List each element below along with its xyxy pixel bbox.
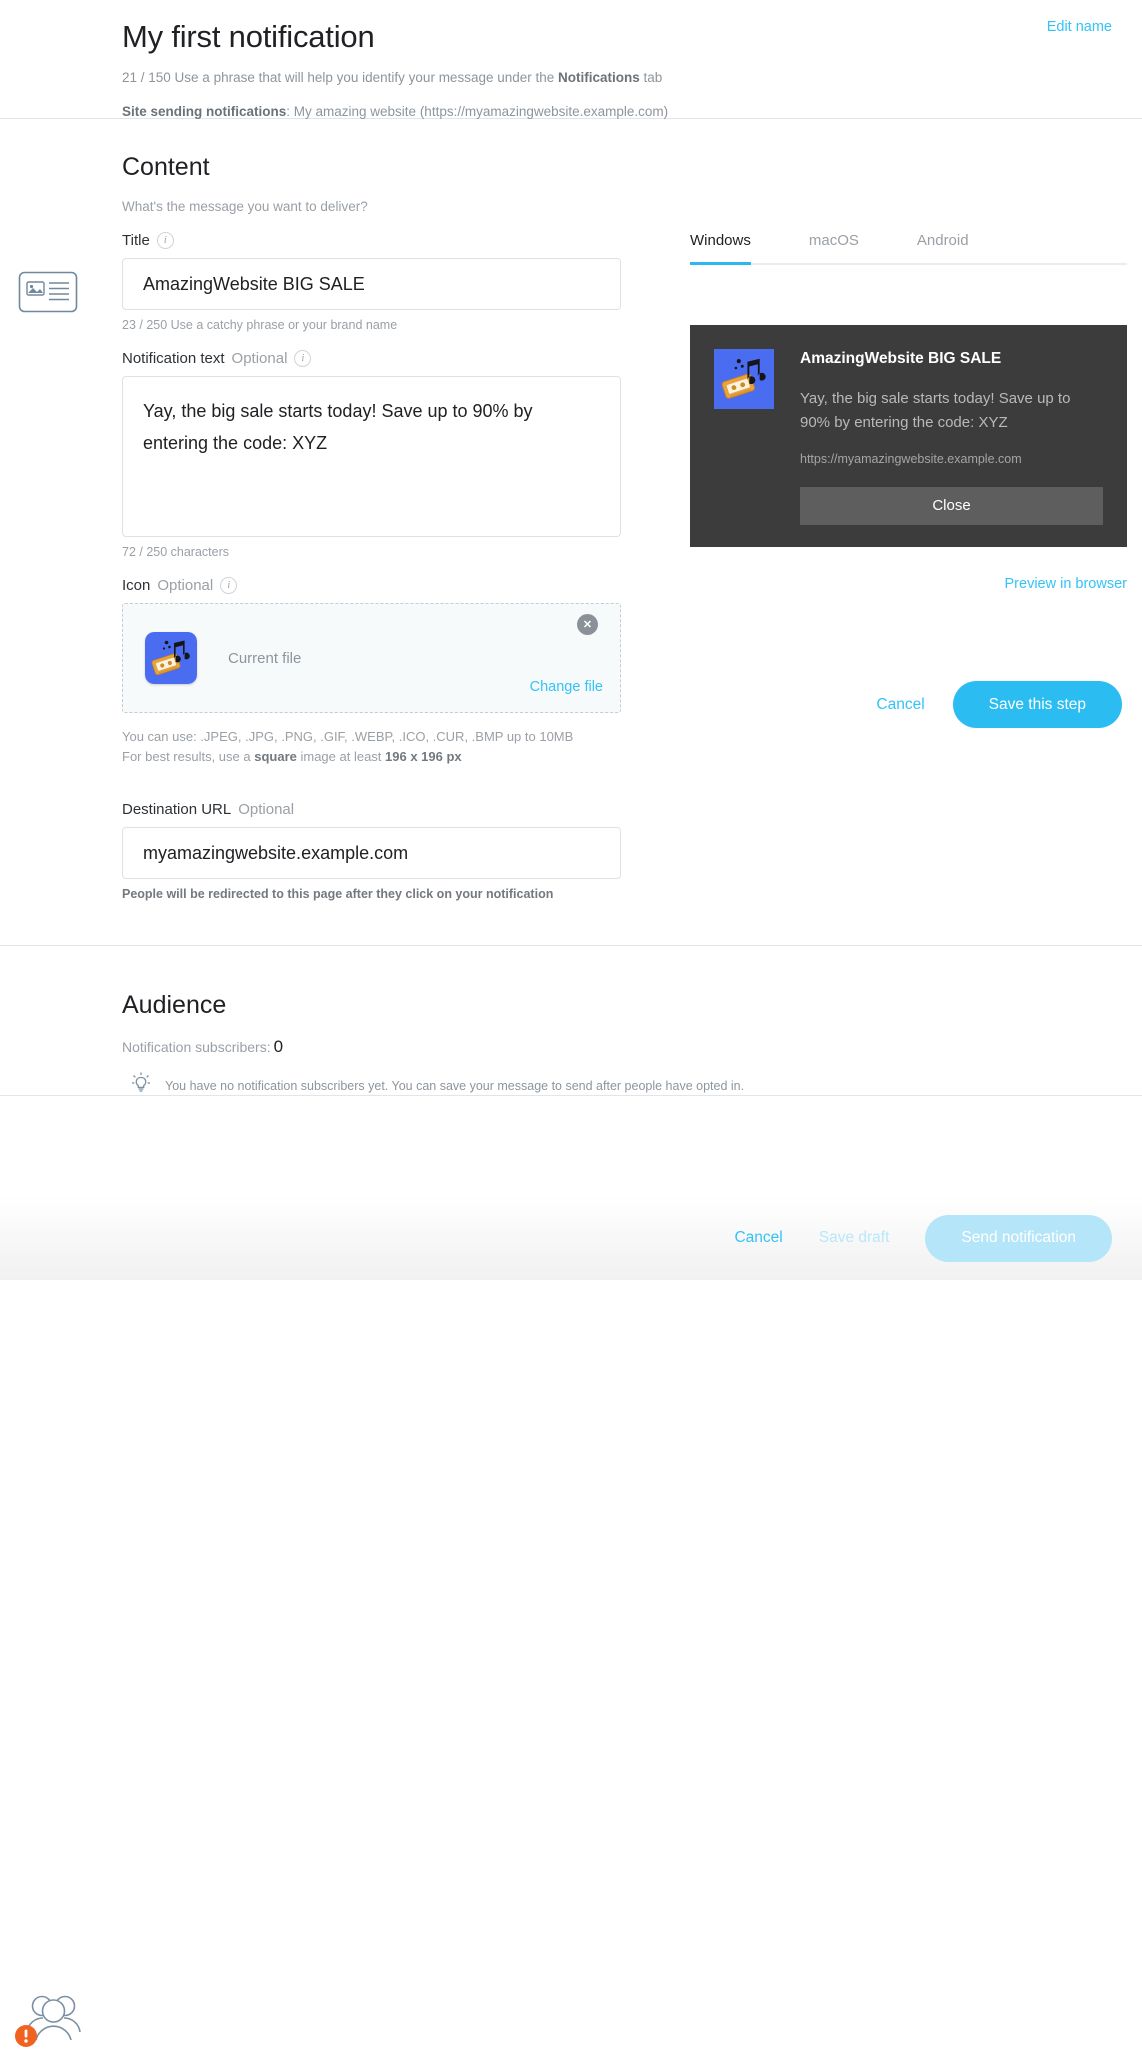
icon-size-note: For best results, use a square image at …	[122, 747, 656, 767]
destination-url-optional-tag: Optional	[238, 801, 295, 818]
icon-formats-note: You can use: .JPEG, .JPG, .PNG, .GIF, .W…	[122, 729, 574, 744]
preview-column: Windows macOS Android AmazingWebsite BIG…	[656, 232, 1127, 919]
icon-upload-box[interactable]: Current file ✕ Change file	[122, 603, 621, 713]
name-hint-bold: Notifications	[558, 70, 640, 85]
preview-title: AmazingWebsite BIG SALE	[800, 350, 1002, 367]
preview-url: https://myamazingwebsite.example.com	[800, 452, 1022, 466]
icon-field-label: Icon Optional i	[122, 577, 656, 594]
send-notification-button[interactable]: Send notification	[925, 1214, 1112, 1262]
icon-label-text: Icon	[122, 577, 151, 594]
edit-name-link[interactable]: Edit name	[1047, 19, 1112, 35]
content-form-column: Title i AmazingWebsite BIG SALE 23 / 250…	[122, 232, 656, 919]
note-square-bold: square	[254, 749, 297, 764]
tab-windows[interactable]: Windows	[690, 232, 751, 265]
audience-tip: You have no notification subscribers yet…	[122, 1071, 1118, 1100]
platform-tabs: Windows macOS Android	[690, 232, 1127, 265]
save-draft-button[interactable]: Save draft	[813, 1228, 896, 1248]
info-icon[interactable]: i	[156, 232, 174, 249]
info-icon[interactable]: i	[220, 577, 238, 594]
notification-text-label-text: Notification text	[122, 350, 225, 367]
content-section: Content What's the message you want to d…	[0, 119, 1142, 946]
audience-tip-text: You have no notification subscribers yet…	[165, 1078, 745, 1093]
subscribers-label: Notification subscribers:	[122, 1039, 271, 1055]
name-hint-pre: Use a phrase that will help you identify…	[170, 70, 559, 85]
preview-body: Yay, the big sale starts today! Save up …	[800, 390, 1071, 431]
title-helper-text: 23 / 250 Use a catchy phrase or your bra…	[122, 318, 398, 332]
page-header: My first notification Edit name 21 / 150…	[0, 0, 1142, 119]
audience-subscribers-row: Notification subscribers: 0	[122, 1037, 1118, 1057]
note-best-pre: For best results, use a	[122, 749, 255, 764]
icon-format-notes: You can use: .JPEG, .JPG, .PNG, .GIF, .W…	[122, 727, 656, 767]
page-footer-actions: Cancel Save draft Send notification	[0, 1196, 1142, 1280]
site-value: : My amazing website (https://myamazingw…	[286, 104, 669, 119]
destination-url-helper: People will be redirected to this page a…	[122, 887, 554, 901]
info-icon[interactable]: i	[294, 350, 312, 367]
tab-android[interactable]: Android	[917, 232, 969, 263]
content-title: Content	[122, 153, 210, 181]
notification-text-helper: 72 / 250 characters	[122, 545, 230, 559]
site-label: Site sending notifications	[122, 104, 287, 119]
audience-title: Audience	[122, 991, 227, 1019]
preview-link-row: Preview in browser	[690, 575, 1128, 593]
content-description: What's the message you want to deliver?	[122, 199, 368, 214]
preview-close-button[interactable]: Close	[800, 487, 1103, 525]
notification-text-input[interactable]: Yay, the big sale starts today! Save up …	[122, 376, 621, 537]
name-hint-post: tab	[639, 70, 663, 85]
content-section-actions: Cancel Save this step	[690, 681, 1127, 728]
save-this-step-button[interactable]: Save this step	[952, 681, 1122, 728]
notification-preview-card: AmazingWebsite BIG SALE Yay, the big sal…	[690, 325, 1127, 547]
lightbulb-icon	[130, 1071, 152, 1100]
title-field-label: Title i	[122, 232, 656, 249]
notification-text-field-label: Notification text Optional i	[122, 350, 656, 367]
change-file-link[interactable]: Change file	[530, 679, 603, 695]
title-input[interactable]: AmazingWebsite BIG SALE	[122, 258, 621, 310]
page-title: My first notification	[122, 19, 375, 54]
remove-file-close-icon[interactable]: ✕	[577, 614, 598, 635]
icon-optional-tag: Optional	[157, 577, 214, 594]
name-counter-value: 21 / 150	[122, 70, 171, 85]
destination-url-label-text: Destination URL	[122, 801, 232, 818]
note-best-mid: image at least	[296, 749, 386, 764]
preview-in-browser-link[interactable]: Preview in browser	[1005, 576, 1128, 592]
destination-url-field-label: Destination URL Optional	[122, 801, 656, 818]
title-label-text: Title	[122, 232, 150, 249]
audience-people-icon	[14, 1986, 94, 2061]
note-dimensions-bold: 196 x 196 px	[385, 749, 462, 764]
subscribers-count: 0	[273, 1037, 284, 1056]
footer-cancel-button[interactable]: Cancel	[734, 1229, 782, 1247]
preview-cassette-tape-icon	[714, 349, 774, 409]
audience-section: Audience Notification subscribers: 0 You …	[0, 946, 1142, 2047]
notification-text-optional-tag: Optional	[231, 350, 288, 367]
name-character-counter: 21 / 150 Use a phrase that will help you…	[122, 69, 1118, 87]
current-file-label: Current file	[228, 649, 302, 667]
destination-url-input[interactable]: myamazingwebsite.example.com	[122, 827, 621, 879]
content-card-icon	[18, 271, 78, 318]
cancel-button[interactable]: Cancel	[876, 696, 924, 714]
cassette-tape-icon-thumbnail	[145, 632, 197, 684]
tab-macos[interactable]: macOS	[809, 232, 859, 263]
